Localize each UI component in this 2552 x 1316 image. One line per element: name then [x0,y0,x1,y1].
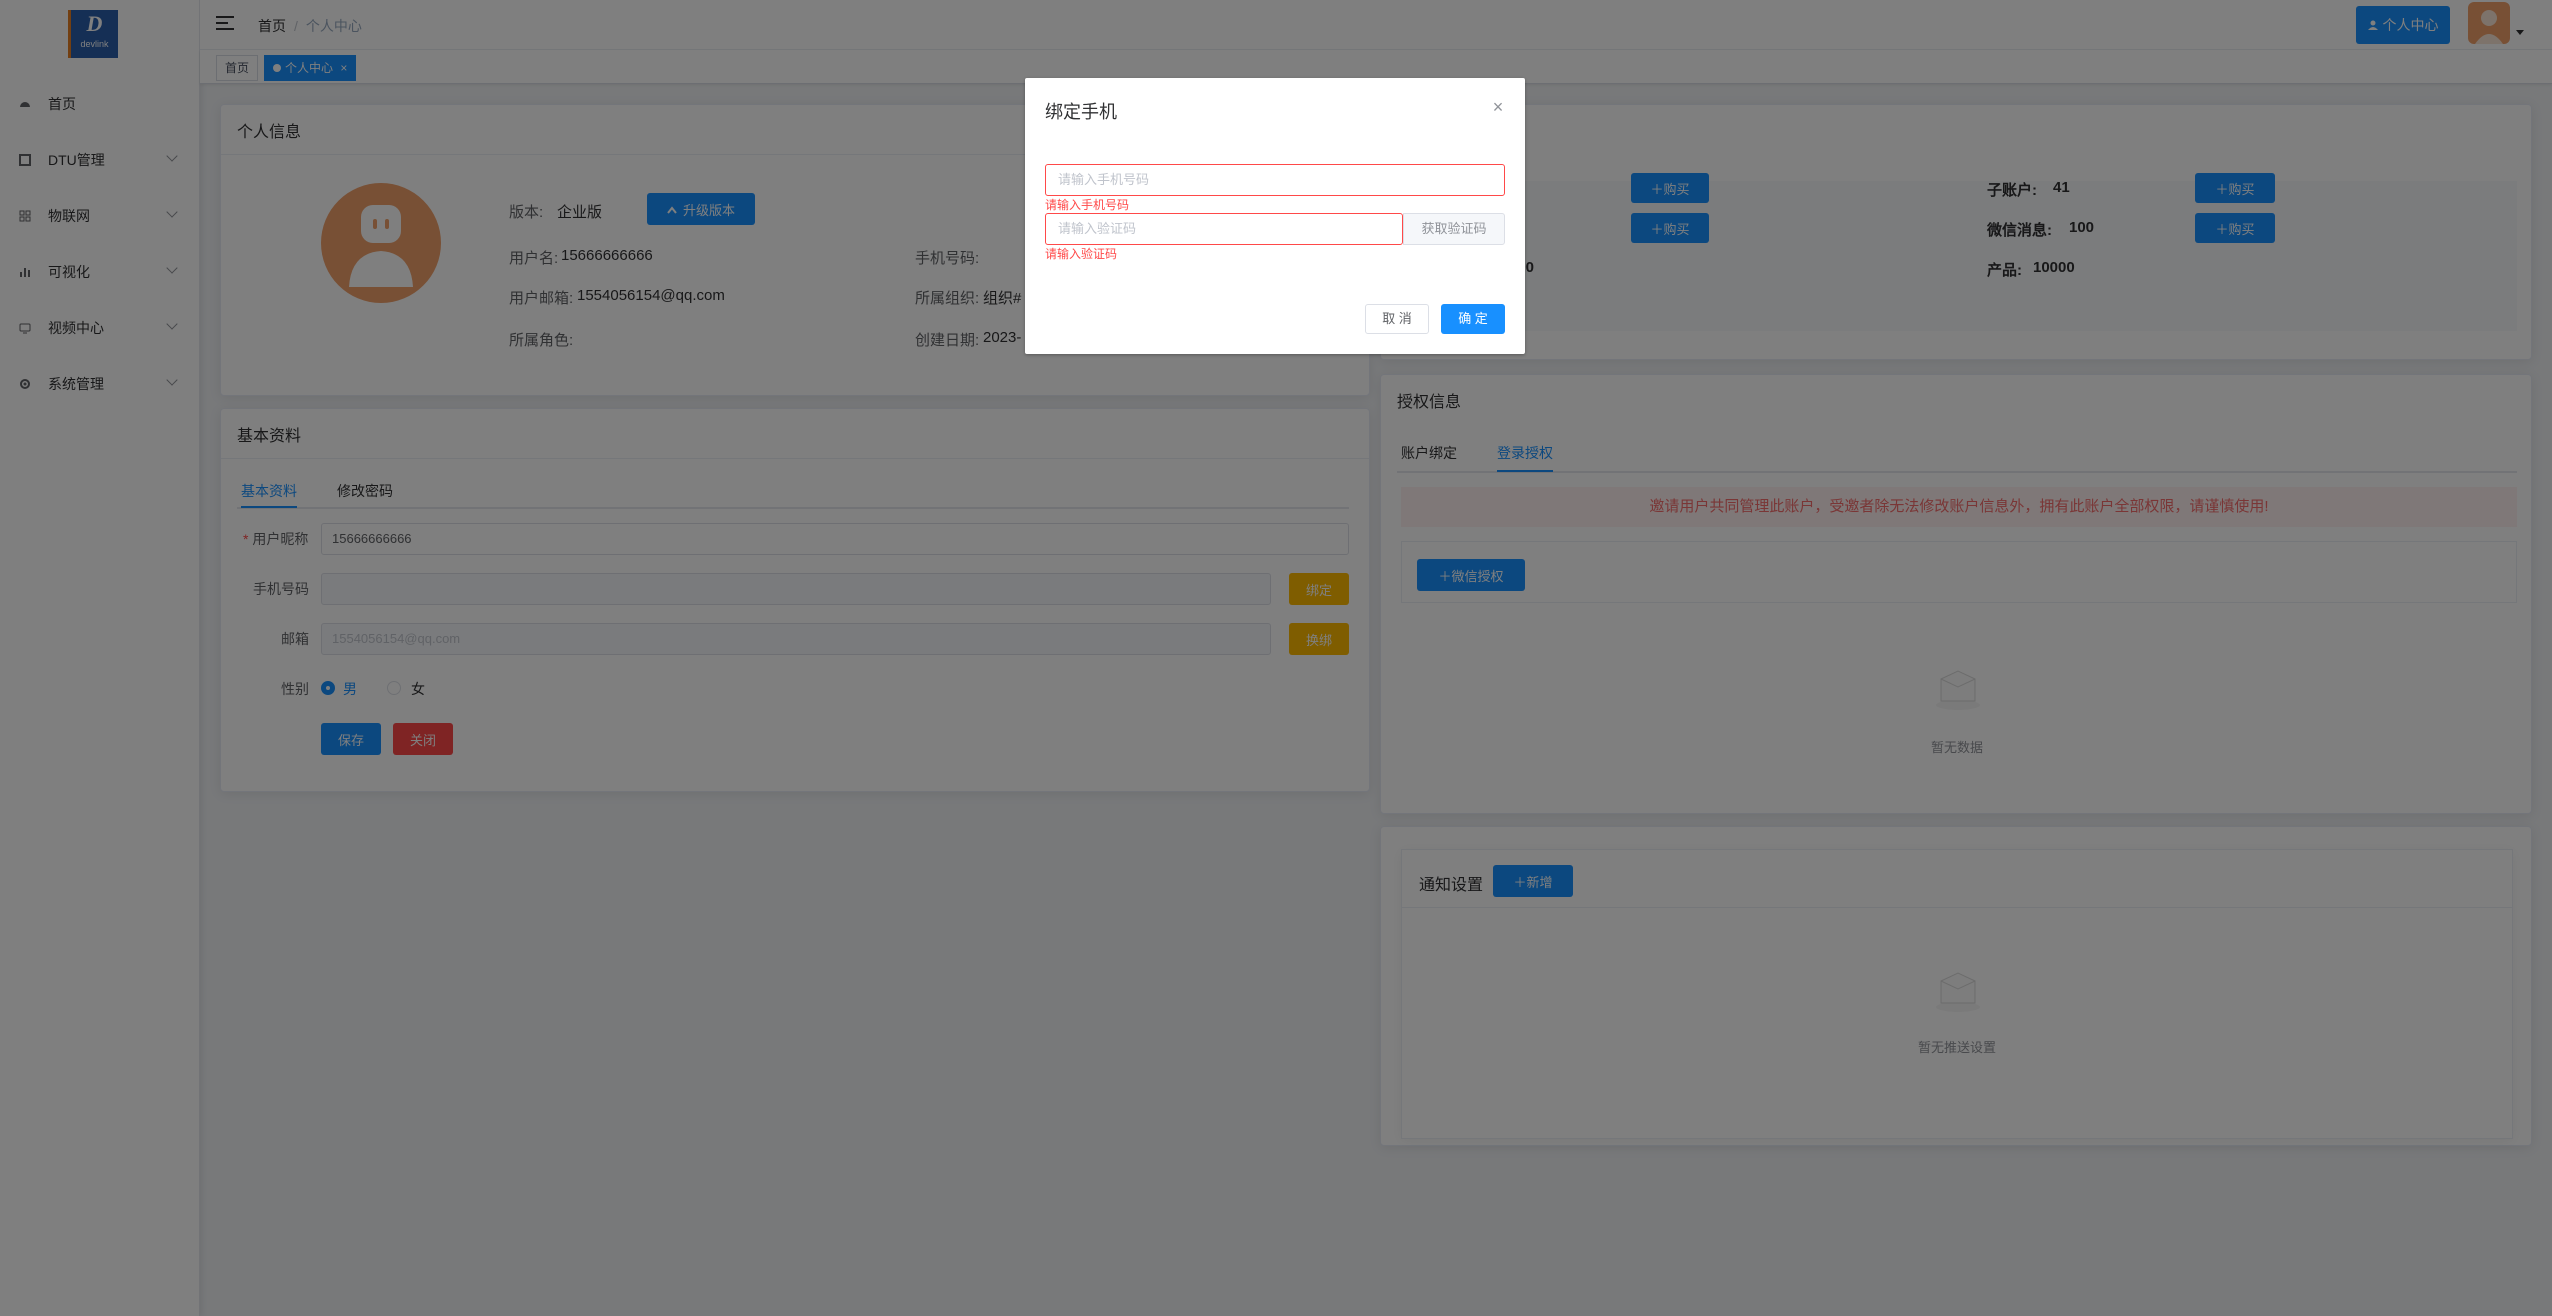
phone-error: 请输入手机号码 [1045,198,1130,212]
confirm-button[interactable]: 确 定 [1441,304,1505,334]
phone-input[interactable]: 请输入手机号码 [1045,164,1505,196]
close-icon[interactable]: × [1491,98,1505,116]
code-input[interactable]: 请输入验证码 [1045,213,1403,245]
cancel-button[interactable]: 取 消 [1365,304,1429,334]
dialog-title: 绑定手机 [1045,102,1117,122]
get-code-button[interactable]: 获取验证码 [1403,213,1505,245]
code-error: 请输入验证码 [1045,247,1118,261]
bind-phone-dialog: 绑定手机 × 请输入手机号码 请输入手机号码 请输入验证码 获取验证码 请输入验… [1025,78,1525,354]
